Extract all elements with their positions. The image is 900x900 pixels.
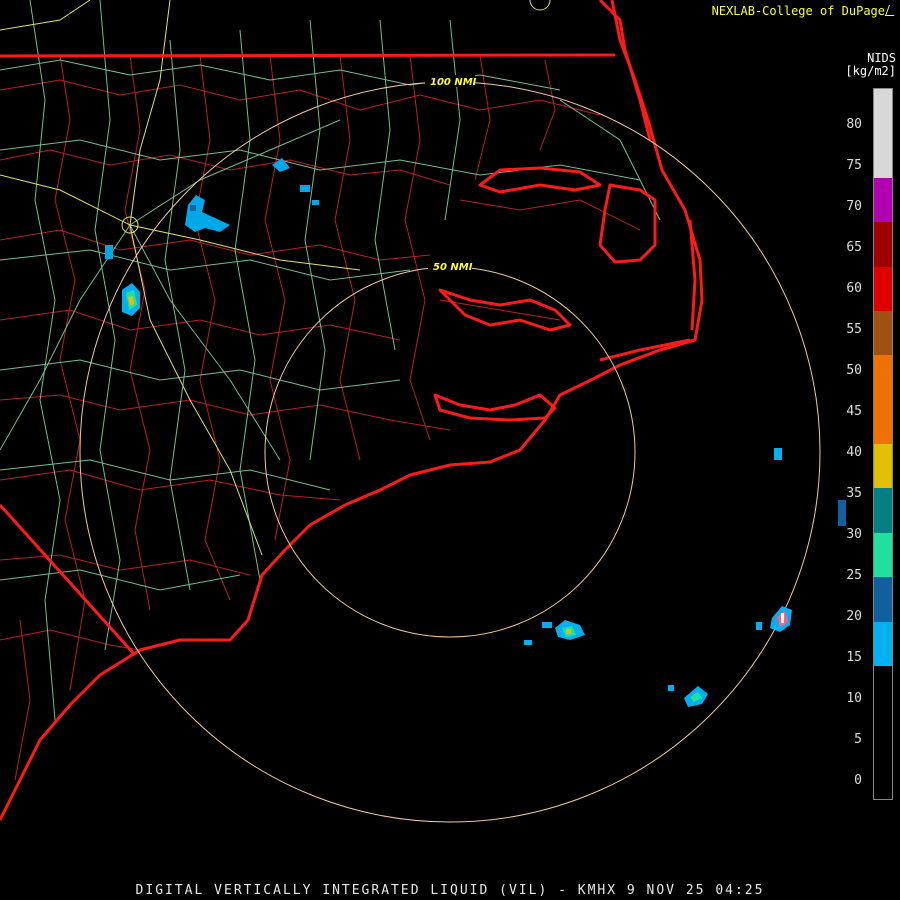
legend-color-segment (874, 532, 892, 578)
legend-title: NIDS [kg/m2] (845, 52, 896, 78)
legend-color-segment (874, 665, 892, 799)
legend-tick-label: 25 (846, 568, 862, 583)
legend-tick-label: 80 (846, 117, 862, 132)
echo-offshore-south (524, 620, 585, 645)
legend-color-segment (874, 222, 892, 267)
echo-cell-west (122, 283, 140, 316)
legend-color-segment (874, 621, 892, 666)
range-ring-100 (79, 81, 821, 823)
legend-tick-label: 55 (846, 322, 862, 337)
legend-color-segment (874, 310, 892, 356)
legend-color-segment (874, 177, 892, 223)
range-label-50: 50 NMI (433, 262, 473, 273)
credit-text: NEXLAB-College of DuPage (711, 4, 885, 18)
credit-label: NEXLAB-College of DuPage (711, 4, 899, 18)
legend-tick-label: 70 (846, 199, 862, 214)
legend-color-segment (874, 577, 892, 622)
legend-color-segment (874, 488, 892, 533)
echo-offshore-southeast (668, 685, 708, 707)
legend-tick-label: 35 (846, 486, 862, 501)
legend-tick-label: 15 (846, 650, 862, 665)
product-caption: DIGITAL VERTICALLY INTEGRATED LIQUID (VI… (135, 883, 765, 898)
legend-color-segment (874, 89, 892, 178)
legend-tick-label: 30 (846, 527, 862, 542)
legend-color-segment (874, 444, 892, 489)
range-rings (79, 81, 821, 823)
radar-map[interactable]: 100 NMI 50 NMI (0, 0, 900, 900)
legend-tick-label: 40 (846, 445, 862, 460)
state-boundaries (0, 53, 616, 657)
range-label-100: 100 NMI (430, 77, 477, 88)
legend-color-segment (874, 355, 892, 444)
legend-tick-label: 75 (846, 158, 862, 173)
legend-tick-label: 45 (846, 404, 862, 419)
legend-tick-label: 10 (846, 691, 862, 706)
legend-tick-label: 20 (846, 609, 862, 624)
radar-echoes (105, 158, 846, 707)
legend-color-segment (874, 266, 892, 311)
legend-units: [kg/m2] (845, 64, 896, 78)
legend-tick-label: 65 (846, 240, 862, 255)
legend-tick-label: 60 (846, 281, 862, 296)
vil-color-scale (873, 88, 893, 800)
legend-tick-label: 5 (854, 732, 862, 747)
road-network (0, 0, 661, 721)
legend-tick-label: 0 (854, 773, 862, 788)
legend-tick-label: 50 (846, 363, 862, 378)
